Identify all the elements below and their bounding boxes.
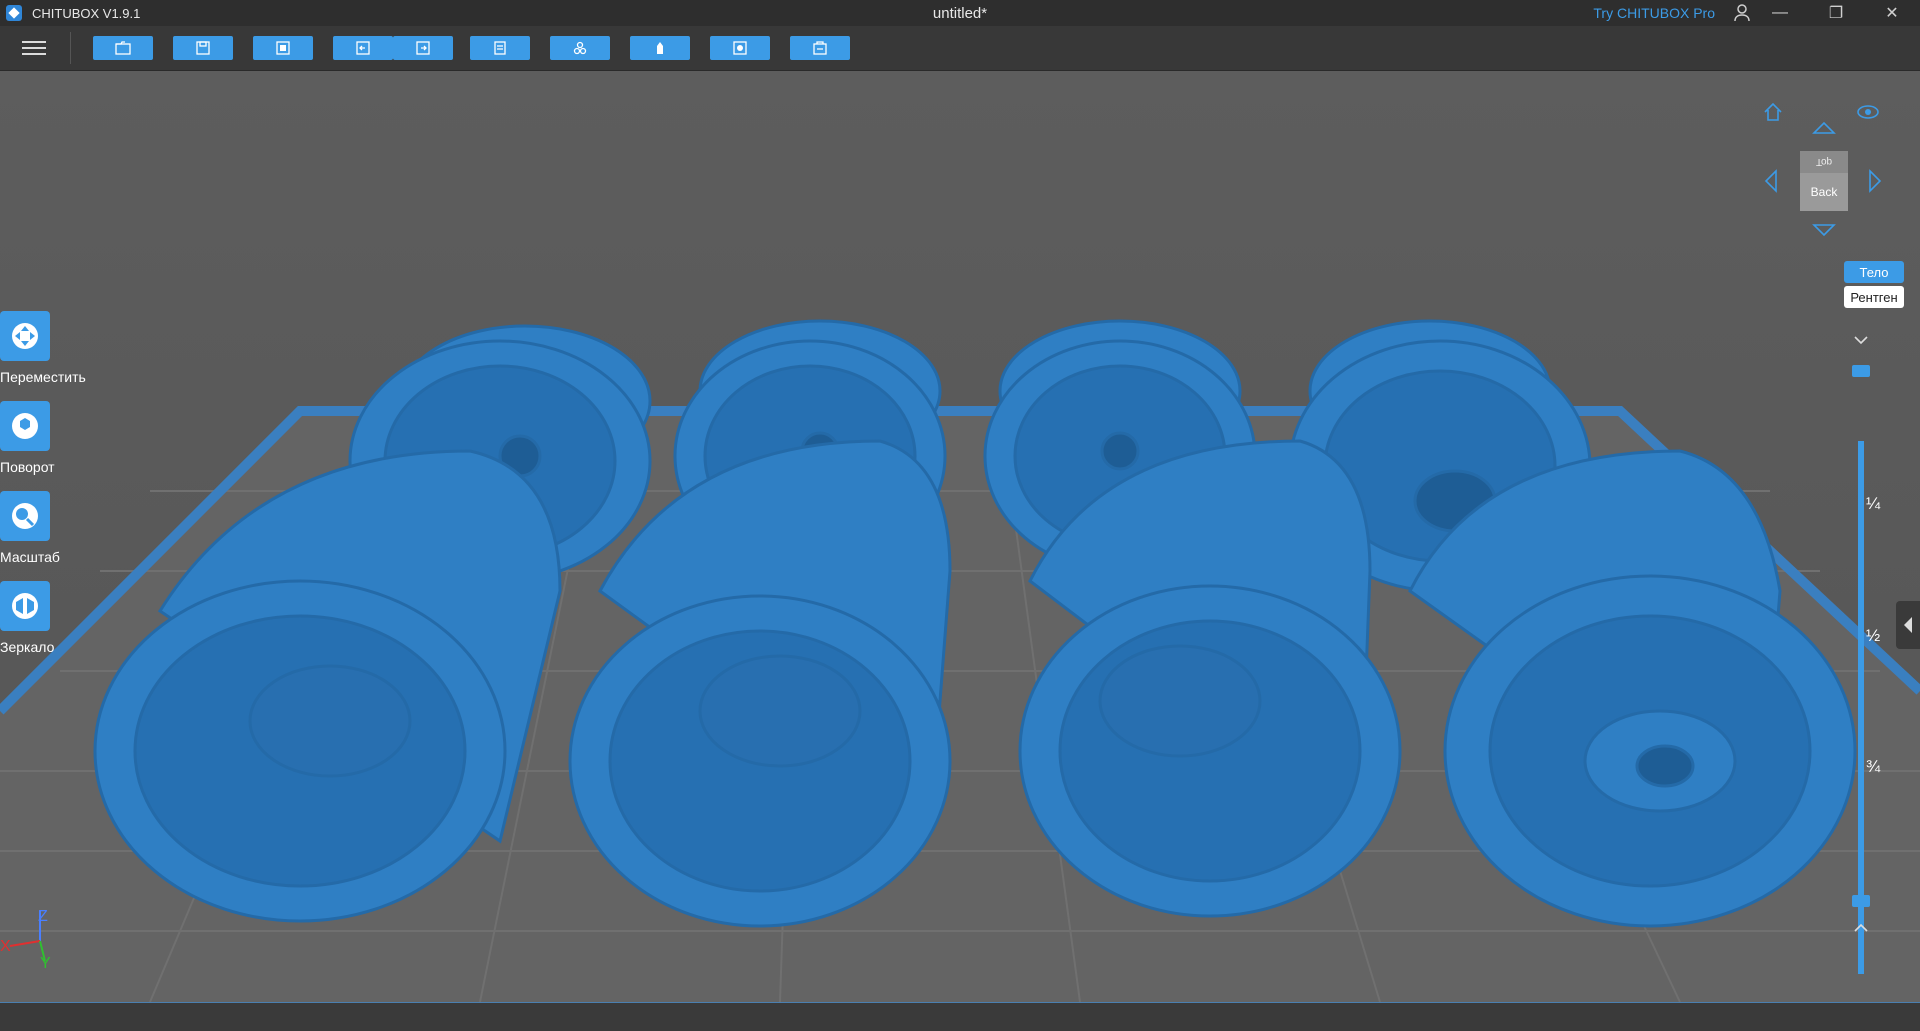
slider-tick-three-quarters: ¾ (1866, 757, 1881, 776)
select-button[interactable] (253, 36, 313, 60)
open-file-icon (115, 41, 131, 55)
scale-icon[interactable] (0, 491, 50, 541)
close-button[interactable]: ✕ (1864, 0, 1920, 26)
support-button[interactable] (630, 36, 690, 60)
toolbar-divider (70, 32, 71, 64)
layout-icon (494, 41, 506, 55)
slider-collapse-chevron-icon[interactable] (1852, 333, 1870, 347)
move-tool[interactable]: Переместить (0, 311, 100, 385)
status-bar (0, 1002, 1920, 1031)
side-panel-toggle[interactable] (1896, 601, 1920, 649)
maximize-button[interactable]: ❐ (1808, 0, 1864, 26)
move-tool-label: Переместить (0, 369, 86, 385)
app-logo-icon (6, 5, 22, 21)
try-pro-link[interactable]: Try CHITUBOX Pro (1593, 5, 1715, 21)
view-right-arrow-icon[interactable] (1866, 169, 1884, 198)
view-cube[interactable]: Top Back (1800, 151, 1848, 213)
view-up-arrow-icon[interactable] (1812, 119, 1836, 142)
redo-button[interactable] (393, 36, 453, 60)
save-button[interactable] (173, 36, 233, 60)
build-scene[interactable]: Z X Y (0, 71, 1920, 1002)
xray-view-button[interactable]: Рентген (1844, 286, 1904, 308)
slice-icon (813, 41, 827, 55)
app-name: CHITUBOX V1.9.1 (32, 5, 141, 21)
home-view-icon[interactable] (1762, 101, 1784, 128)
axis-z-label: Z (38, 908, 48, 925)
open-file-button[interactable] (93, 36, 153, 60)
mirror-icon[interactable] (0, 581, 50, 631)
3d-viewport[interactable]: Z X Y Top Back Тело Рентген ¼ ½ ¾ (0, 71, 1920, 1002)
slice-settings-icon (573, 41, 587, 55)
view-cube-back-face[interactable]: Back (1800, 173, 1848, 211)
support-icon (657, 42, 663, 54)
collapse-left-arrow-icon (1904, 617, 1912, 633)
select-icon (276, 41, 290, 55)
layer-slider-top-handle[interactable] (1852, 365, 1870, 377)
slider-tick-half: ½ (1866, 626, 1881, 645)
save-icon (196, 41, 210, 55)
minimize-button[interactable]: — (1752, 0, 1808, 26)
mirror-tool[interactable]: Зеркало (0, 581, 100, 655)
layout-button[interactable] (470, 36, 530, 60)
hollow-button[interactable] (710, 36, 770, 60)
axis-x-label: X (0, 938, 11, 955)
view-left-arrow-icon[interactable] (1762, 169, 1780, 198)
slider-expand-chevron-icon[interactable] (1852, 921, 1870, 935)
slice-button[interactable] (790, 36, 850, 60)
undo-button[interactable] (333, 36, 393, 60)
eye-view-icon[interactable] (1856, 103, 1880, 126)
main-toolbar (0, 26, 1920, 71)
rotate-icon[interactable] (0, 401, 50, 451)
view-down-arrow-icon[interactable] (1812, 221, 1836, 244)
view-cube-top-face[interactable]: Top (1800, 151, 1848, 173)
hamburger-menu-icon[interactable] (22, 37, 46, 57)
user-account-icon[interactable] (1734, 4, 1750, 27)
redo-icon (416, 41, 430, 55)
title-bar: CHITUBOX V1.9.1 untitled* Try CHITUBOX P… (0, 0, 1920, 26)
rotate-tool-label: Поворот (0, 459, 55, 475)
solid-view-button[interactable]: Тело (1844, 261, 1904, 283)
slider-tick-quarter: ¼ (1866, 494, 1881, 513)
slice-settings-button[interactable] (550, 36, 610, 60)
scale-tool-label: Масштаб (0, 549, 60, 565)
scale-tool[interactable]: Масштаб (0, 491, 100, 565)
axis-y-label: Y (40, 955, 51, 972)
layer-slider-bottom-handle[interactable] (1852, 895, 1870, 907)
move-icon[interactable] (0, 311, 50, 361)
mirror-tool-label: Зеркало (0, 639, 55, 655)
hollow-icon (733, 41, 747, 55)
undo-icon (356, 41, 370, 55)
rotate-tool[interactable]: Поворот (0, 401, 100, 475)
